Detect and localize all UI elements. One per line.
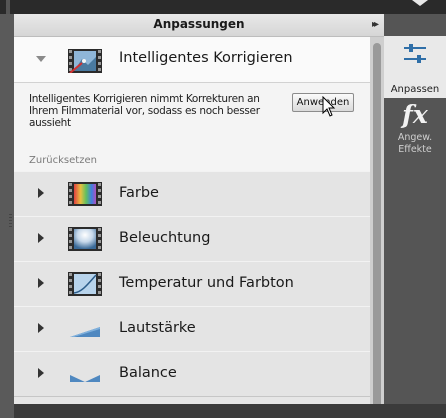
top-bar-gap <box>6 0 10 14</box>
temperature-filmstrip-icon <box>68 272 102 296</box>
expand-arrow-right-icon[interactable] <box>38 188 44 198</box>
mouse-pointer-icon <box>322 96 336 117</box>
section-label: Beleuchtung <box>119 230 211 246</box>
section-label: Intelligentes Korrigieren <box>119 50 293 66</box>
panel-scrollbar[interactable] <box>370 37 384 418</box>
section-smart-fix[interactable]: Intelligentes Korrigieren <box>14 37 370 83</box>
adjustments-panel: Anpassungen ▸▸ Intelligentes Korrigieren… <box>14 14 384 418</box>
section-temperatur[interactable]: Temperatur und Farbton <box>14 261 370 307</box>
balance-icon <box>70 375 100 382</box>
volume-ramp-icon <box>70 327 100 337</box>
scrollbar-thumb[interactable] <box>373 43 381 409</box>
tool-sidebar: Anpassen fx Angew. Effekte <box>384 14 446 418</box>
fx-icon: fx <box>402 100 428 129</box>
adjust-tool-label: Anpassen <box>390 84 440 95</box>
panel-header: Anpassungen ▸▸ <box>14 14 384 37</box>
section-label: Temperatur und Farbton <box>119 275 294 291</box>
double-chevron-right-icon[interactable]: ▸▸ <box>372 19 379 30</box>
expand-arrow-right-icon[interactable] <box>38 368 44 378</box>
color-filmstrip-icon <box>68 182 102 206</box>
expand-arrow-down-icon[interactable] <box>36 56 46 62</box>
section-balance[interactable]: Balance <box>14 351 370 397</box>
applied-effects-label: Angew. Effekte <box>397 132 433 155</box>
expand-arrow-right-icon[interactable] <box>38 233 44 243</box>
expand-arrow-right-icon[interactable] <box>38 278 44 288</box>
lighting-filmstrip-icon <box>68 227 102 251</box>
section-label: Lautstärke <box>119 320 196 336</box>
applied-effects-tool-button[interactable]: fx Angew. Effekte <box>384 100 446 170</box>
bottom-bar <box>14 404 446 418</box>
dropdown-triangle-icon[interactable] <box>412 0 428 6</box>
sliders-icon <box>404 44 426 63</box>
section-beleuchtung[interactable]: Beleuchtung <box>14 216 370 262</box>
adjust-tool-button[interactable]: Anpassen <box>384 36 446 98</box>
section-lautstaerke[interactable]: Lautstärke <box>14 306 370 352</box>
section-label: Balance <box>119 365 177 381</box>
top-bar <box>0 0 446 14</box>
expand-arrow-right-icon[interactable] <box>38 323 44 333</box>
panel-title: Anpassungen <box>153 17 245 31</box>
resize-grip-icon[interactable] <box>9 214 12 228</box>
smart-fix-description: Intelligentes Korrigieren nimmt Korrektu… <box>29 93 260 129</box>
section-farbe[interactable]: Farbe <box>14 171 370 217</box>
panel-content: Intelligentes Korrigieren Intelligentes … <box>14 37 370 418</box>
smart-fix-options: Intelligentes Korrigieren nimmt Korrektu… <box>14 83 370 172</box>
section-label: Farbe <box>119 185 159 201</box>
smart-fix-icon <box>68 49 102 73</box>
left-panel-edge <box>0 14 14 418</box>
reset-button[interactable]: Zurücksetzen <box>29 155 97 166</box>
